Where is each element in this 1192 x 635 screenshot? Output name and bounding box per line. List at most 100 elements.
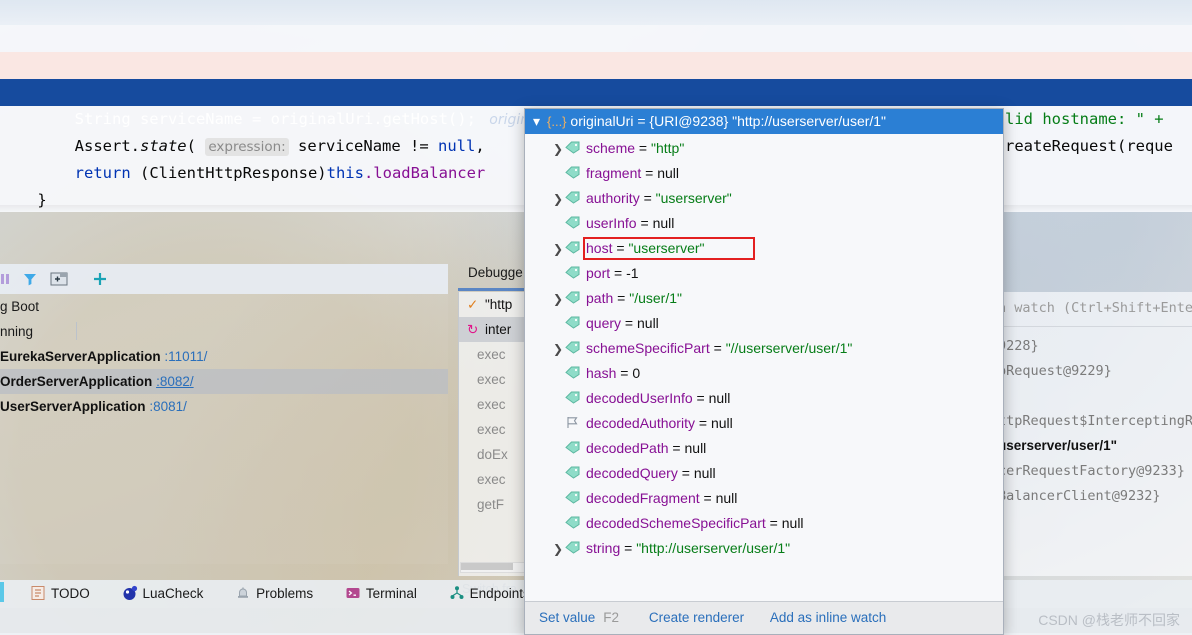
filter-icon[interactable]: [22, 271, 38, 290]
eq: =: [613, 290, 630, 306]
expand-panel-icon[interactable]: [50, 271, 68, 290]
field-name: fragment: [586, 165, 642, 181]
service-name-label: UserServerApplication: [0, 399, 146, 414]
statusbar-item-terminal[interactable]: Terminal: [345, 580, 417, 608]
chevron-placeholder-icon: ❯: [551, 312, 565, 337]
code-line-signature[interactable]: public ClientHttpResponse intercept(fina…: [0, 25, 1192, 74]
field-value: null: [657, 165, 680, 181]
code-line-original-uri[interactable]: URI originalUri = request.getURI(); requ…: [0, 52, 1192, 101]
popup-header-row[interactable]: ▾ {...} originalUri = {URI@9238} "http://…: [525, 109, 1003, 134]
eq: =: [677, 465, 694, 481]
statusbar-item-endpoints[interactable]: Endpoints: [449, 580, 530, 608]
service-port-link[interactable]: :11011/: [164, 349, 207, 364]
eq: =: [636, 215, 653, 231]
tree-row-decodedauthority[interactable]: ❯ decodedAuthority = null: [525, 411, 1003, 436]
tree-row-fragment[interactable]: ❯ fragment = null: [525, 161, 1003, 186]
field-value: "userserver": [628, 240, 705, 256]
variables-panel-background[interactable]: a watch (Ctrl+Shift+Enter 9228} pRequest…: [1000, 292, 1192, 576]
tag-icon: [565, 487, 583, 512]
flag-icon: [565, 412, 583, 437]
popup-variable-type: {URI@9238}: [649, 113, 729, 129]
code-line-service-name[interactable]: String serviceName = originalUri.getHost…: [0, 79, 1192, 128]
chevron-placeholder-icon: ❯: [551, 387, 565, 412]
tree-row-path[interactable]: ❯ path = "/user/1": [525, 286, 1003, 311]
tree-row-schemespecificpart[interactable]: ❯ schemeSpecificPart = "//userserver/user…: [525, 336, 1003, 361]
eq: =: [692, 390, 709, 406]
statusbar-item-luacheck[interactable]: LuaCheck: [122, 580, 204, 608]
tree-row-port[interactable]: ❯ port = -1: [525, 261, 1003, 286]
service-port-link[interactable]: :8082/: [156, 374, 194, 389]
tag-icon: [565, 312, 583, 337]
statusbar-label: Endpoints: [469, 586, 530, 601]
tree-row-decodedschemespecificpart[interactable]: ❯ decodedSchemeSpecificPart = null: [525, 511, 1003, 536]
field-name: port: [586, 265, 611, 281]
tree-row-authority[interactable]: ❯ authority = "userserver": [525, 186, 1003, 211]
chevron-right-icon[interactable]: ❯: [551, 337, 565, 362]
set-value-shortcut: F2: [603, 610, 620, 625]
chevron-right-icon[interactable]: ❯: [551, 287, 565, 312]
eq: =: [709, 340, 726, 356]
field-value: null: [715, 490, 738, 506]
eq: =: [668, 440, 685, 456]
tree-row-decodedpath[interactable]: ❯ decodedPath = null: [525, 436, 1003, 461]
field-value: null: [652, 215, 675, 231]
popup-variable-value: "http://userserver/user/1": [732, 113, 887, 129]
scrollbar-thumb[interactable]: [461, 563, 513, 570]
variable-fragment: userserver/user/1": [1000, 438, 1117, 453]
chevron-right-icon[interactable]: ❯: [551, 237, 565, 262]
tree-row-host[interactable]: ❯ host = "userserver": [525, 236, 1003, 261]
statusbar-label: TODO: [51, 586, 90, 601]
set-value-button[interactable]: Set value: [539, 610, 595, 625]
tree-row-userinfo[interactable]: ❯ userInfo = null: [525, 211, 1003, 236]
watch-hint-text: a watch (Ctrl+Shift+Enter: [1000, 300, 1192, 316]
tree-row-string[interactable]: ❯ string = "http://userserver/user/1": [525, 536, 1003, 561]
eq: =: [612, 240, 629, 256]
chevron-right-icon[interactable]: ❯: [551, 137, 565, 162]
services-list[interactable]: g Boot nning EurekaServerApplication :11…: [0, 294, 448, 564]
services-toolbar[interactable]: [0, 264, 448, 340]
tree-row-decodeduserinfo[interactable]: ❯ decodedUserInfo = null: [525, 386, 1003, 411]
tag-icon: [565, 187, 583, 212]
add-icon[interactable]: [92, 271, 108, 290]
variable-tree[interactable]: ❯ scheme = "http" ❯ fragment = null ❯ autho…: [525, 134, 1003, 561]
services-group-spring-boot[interactable]: g Boot: [0, 294, 448, 319]
field-name: query: [586, 315, 622, 331]
chevron-right-icon[interactable]: ❯: [551, 187, 565, 212]
tree-row-decodedfragment[interactable]: ❯ decodedFragment = null: [525, 486, 1003, 511]
debug-value-popup[interactable]: ▾ {...} originalUri = {URI@9238} "http://…: [524, 108, 1004, 635]
tree-row-decodedquery[interactable]: ❯ decodedQuery = null: [525, 461, 1003, 486]
chevron-right-icon[interactable]: ❯: [551, 537, 565, 562]
service-item-order[interactable]: OrderServerApplication :8082/: [0, 369, 448, 394]
field-name: authority: [586, 190, 640, 206]
variable-fragment: BalancerClient@9232}: [1000, 488, 1161, 504]
services-group-running[interactable]: nning: [0, 319, 448, 344]
create-renderer-button[interactable]: Create renderer: [649, 610, 744, 625]
tree-row-query[interactable]: ❯ query = null: [525, 311, 1003, 336]
chevron-placeholder-icon: ❯: [551, 462, 565, 487]
statusbar-item-problems[interactable]: Problems: [235, 580, 313, 608]
statusbar-label: Problems: [256, 586, 314, 601]
tag-icon: [565, 437, 583, 462]
field-value: null: [693, 465, 716, 481]
variable-fragment: cerRequestFactory@9233}: [1000, 463, 1185, 479]
add-inline-watch-button[interactable]: Add as inline watch: [770, 610, 886, 625]
tag-icon: [565, 537, 583, 562]
service-item-user[interactable]: UserServerApplication :8081/: [0, 394, 448, 419]
field-name: decodedAuthority: [586, 415, 695, 431]
eq: =: [620, 540, 637, 556]
columns-icon[interactable]: [0, 271, 16, 290]
statusbar-label: LuaCheck: [142, 586, 204, 601]
statusbar-item-todo[interactable]: TODO: [30, 580, 90, 608]
service-port-link[interactable]: :8081/: [149, 399, 187, 414]
field-name: decodedFragment: [586, 490, 700, 506]
eq: =: [641, 165, 658, 181]
tree-row-scheme[interactable]: ❯ scheme = "http": [525, 136, 1003, 161]
service-item-eureka[interactable]: EurekaServerApplication :11011/: [0, 344, 448, 369]
chevron-down-icon[interactable]: ▾: [533, 109, 547, 134]
field-value: null: [708, 390, 731, 406]
popup-footer[interactable]: Set value F2 Create renderer Add as inlin…: [525, 601, 1003, 634]
tree-row-hash[interactable]: ❯ hash = 0: [525, 361, 1003, 386]
popup-variable-name: originalUri: [570, 113, 634, 129]
luacheck-icon: [122, 583, 138, 600]
frame-label: exec: [477, 422, 506, 437]
